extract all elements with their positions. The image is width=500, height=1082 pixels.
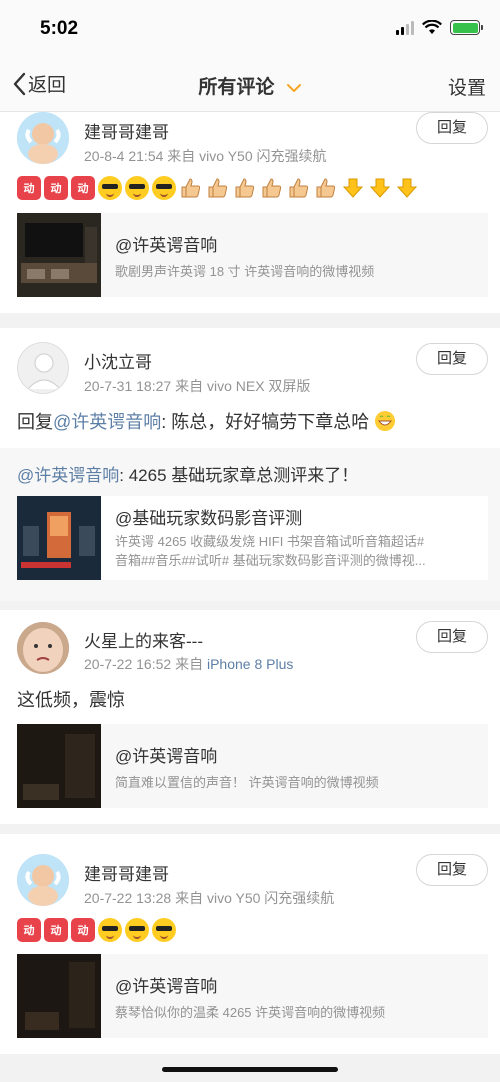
chevron-down-icon — [286, 83, 301, 92]
username[interactable]: 建哥哥建哥 — [84, 118, 169, 143]
device-link[interactable]: iPhone 8 Plus — [207, 656, 293, 672]
cool-emoji-icon — [152, 176, 176, 200]
comment-meta: 20-7-22 13:28 来自 vivo Y50 闪充强续航 — [84, 890, 335, 906]
avatar[interactable] — [17, 342, 69, 394]
cool-emoji-icon — [125, 918, 149, 942]
page-title-dropdown[interactable]: 所有评论 — [0, 72, 500, 99]
video-card[interactable]: @许英谔音响 简直难以置信的声音！ 许英谔音响的微博视频 — [17, 724, 488, 808]
avatar-baby-icon — [17, 854, 69, 906]
comment-card: 建哥哥建哥 20-8-4 21:54 来自 vivo Y50 闪充强续航 回复 … — [0, 112, 500, 313]
quoted-post[interactable]: @许英谔音响: 4265 基础玩家章总测评来了！ @基础玩家数码影音评测 许英谔 — [0, 448, 500, 601]
emoji-row: 动动动 — [17, 176, 419, 200]
cool-emoji-icon — [98, 918, 122, 942]
video-card[interactable]: @许英谔音响 歌剧男声许英谔 18 寸 许英谔音响的微博视频 — [17, 213, 488, 297]
mention-link[interactable]: @许英谔音响 — [17, 466, 119, 485]
username[interactable]: 小沈立哥 — [84, 348, 152, 373]
video-thumbnail — [17, 954, 101, 1038]
avatar[interactable] — [17, 622, 69, 674]
wifi-icon — [422, 20, 442, 34]
avatar-baby-icon — [17, 112, 69, 164]
comment-text: 这低频，震惊 — [17, 690, 125, 710]
cool-emoji-icon — [98, 176, 122, 200]
username[interactable]: 火星上的来客--- — [84, 627, 203, 652]
thumbs-up-emoji-icon — [179, 176, 203, 200]
thumbs-up-emoji-icon — [314, 176, 338, 200]
video-desc: 歌剧男声许英谔 18 寸 许英谔音响的微博视频 — [115, 264, 375, 279]
reply-button[interactable]: 回复 — [416, 112, 488, 144]
mention-link[interactable]: @许英谔音响 — [53, 412, 161, 432]
dong-emoji-icon: 动 — [44, 918, 68, 942]
avatar-baby-face-icon — [17, 622, 69, 674]
dong-emoji-icon: 动 — [17, 918, 41, 942]
comment-card: 建哥哥建哥 20-7-22 13:28 来自 vivo Y50 闪充强续航 回复… — [0, 834, 500, 1054]
comment-meta: 20-7-31 18:27 来自 vivo NEX 双屏版 — [84, 378, 311, 394]
settings-button[interactable]: 设置 — [448, 73, 486, 100]
thumbs-up-emoji-icon — [287, 176, 311, 200]
status-time: 5:02 — [40, 18, 79, 39]
arrow-down-emoji-icon — [341, 176, 365, 200]
signal-icon — [396, 20, 414, 35]
video-desc: 简直难以置信的声音！ 许英谔音响的微博视频 — [115, 775, 379, 790]
comment-meta: 20-8-4 21:54 来自 vivo Y50 闪充强续航 — [84, 148, 327, 164]
dong-emoji-icon: 动 — [17, 176, 41, 200]
avatar[interactable] — [17, 112, 69, 164]
battery-fill — [452, 22, 478, 33]
grin-emoji-icon — [375, 411, 396, 431]
username[interactable]: 建哥哥建哥 — [84, 860, 169, 885]
nav-bar: 返回 所有评论 设置 — [0, 58, 500, 112]
video-card[interactable]: @基础玩家数码影音评测 许英谔 4265 收藏级发烧 HIFI 书架音箱试听音箱… — [17, 496, 488, 580]
video-title: @许英谔音响 — [115, 747, 218, 766]
comment-card: 小沈立哥 20-7-31 18:27 来自 vivo NEX 双屏版 回复 回复… — [0, 328, 500, 601]
video-thumbnail — [17, 496, 101, 580]
thumbs-up-emoji-icon — [260, 176, 284, 200]
video-desc: 蔡琴恰似你的温柔 4265 许英谔音响的微博视频 — [115, 1005, 386, 1020]
video-thumbnail — [17, 213, 101, 297]
home-indicator — [162, 1067, 338, 1072]
arrow-down-emoji-icon — [395, 176, 419, 200]
cool-emoji-icon — [125, 176, 149, 200]
video-title: @许英谔音响 — [115, 236, 218, 255]
status-bar: 5:02 — [0, 0, 500, 58]
reply-button[interactable]: 回复 — [416, 343, 488, 375]
arrow-down-emoji-icon — [368, 176, 392, 200]
emoji-row: 动动动 — [17, 918, 176, 942]
comment-feed[interactable]: 建哥哥建哥 20-8-4 21:54 来自 vivo Y50 闪充强续航 回复 … — [0, 112, 500, 1082]
battery-icon — [450, 20, 483, 35]
reply-button[interactable]: 回复 — [416, 621, 488, 653]
reply-button[interactable]: 回复 — [416, 854, 488, 886]
video-title: @基础玩家数码影音评测 — [115, 509, 303, 528]
video-desc: 许英谔 4265 收藏级发烧 HIFI 书架音箱试听音箱超话# 音箱##音乐##… — [115, 534, 426, 568]
video-title: @许英谔音响 — [115, 977, 218, 996]
thumbs-up-emoji-icon — [206, 176, 230, 200]
video-thumbnail — [17, 724, 101, 808]
avatar[interactable] — [17, 854, 69, 906]
page-title: 所有评论 — [198, 77, 275, 98]
dong-emoji-icon: 动 — [71, 176, 95, 200]
quoted-text: @许英谔音响: 4265 基础玩家章总测评来了！ — [17, 466, 359, 485]
status-icons — [396, 20, 483, 35]
cool-emoji-icon — [152, 918, 176, 942]
video-card[interactable]: @许英谔音响 蔡琴恰似你的温柔 4265 许英谔音响的微博视频 — [17, 954, 488, 1038]
comment-meta: 20-7-22 16:52 来自 iPhone 8 Plus — [84, 656, 294, 672]
dong-emoji-icon: 动 — [71, 918, 95, 942]
default-avatar-icon — [18, 343, 68, 393]
comment-text: 回复@许英谔音响: 陈总，好好犒劳下章总哈 — [17, 408, 396, 434]
dong-emoji-icon: 动 — [44, 176, 68, 200]
thumbs-up-emoji-icon — [233, 176, 257, 200]
comment-card: 火星上的来客--- 20-7-22 16:52 来自 iPhone 8 Plus… — [0, 610, 500, 824]
